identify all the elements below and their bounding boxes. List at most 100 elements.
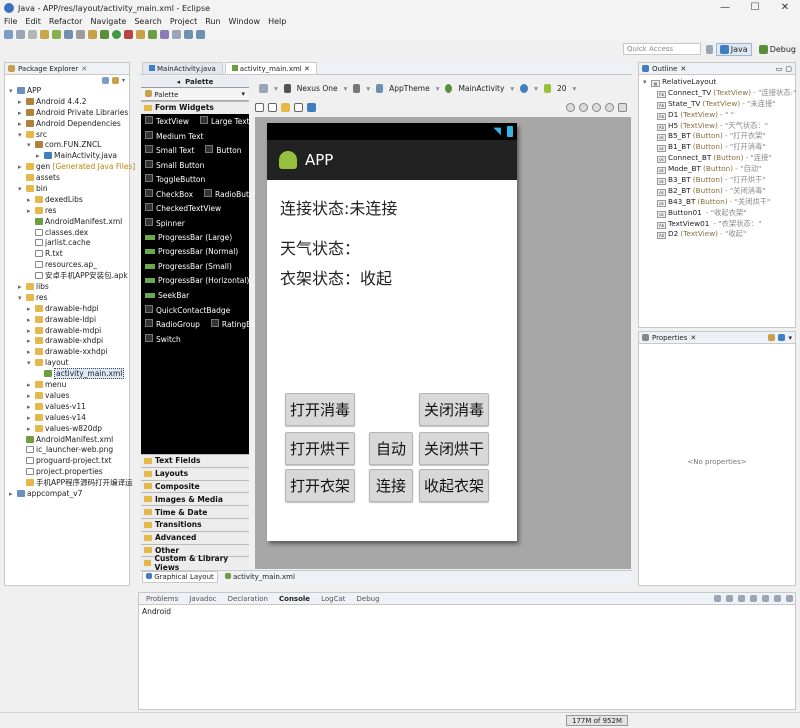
palette-widget[interactable]: SeekBar <box>145 291 189 300</box>
annotation-icon[interactable] <box>172 30 181 39</box>
tree-item[interactable]: AndroidManifest.xml <box>5 435 129 446</box>
emulate-icon[interactable] <box>281 102 290 112</box>
tree-item[interactable]: ic_launcher-web.png <box>5 445 129 456</box>
outline-item[interactable]: ok Connect_BT (Button) - "连接" <box>643 153 795 164</box>
outline-root[interactable]: ▾ ▦ RelativeLayout <box>643 77 795 88</box>
device-select[interactable]: Nexus One <box>297 84 338 93</box>
view-menu-icon[interactable]: ▾ <box>788 334 795 342</box>
twisty-icon[interactable]: ▸ <box>27 413 35 424</box>
close-icon[interactable]: ✕ <box>304 65 310 73</box>
terminate-icon[interactable] <box>714 595 721 602</box>
search-icon[interactable] <box>160 30 169 39</box>
tree-item[interactable]: ▸ menu <box>5 380 129 391</box>
tree-item[interactable]: project.properties <box>5 467 129 478</box>
garbage-collect-icon[interactable] <box>631 716 640 725</box>
outline-item[interactable]: ok B3_BT (Button) - "打开烘干" <box>643 175 795 186</box>
screenshot-icon[interactable] <box>618 102 627 112</box>
tree-item[interactable]: ▾ bin <box>5 184 129 195</box>
minimize-view-icon[interactable]: ▭ <box>776 65 783 73</box>
theme-select[interactable]: AppTheme <box>389 84 430 93</box>
tree-item[interactable]: proguard-project.txt <box>5 456 129 467</box>
android-sdk-icon[interactable] <box>40 30 49 39</box>
tree-item[interactable]: ▸ MainActivity.java <box>5 151 129 162</box>
palette-category[interactable]: Transitions <box>141 517 249 531</box>
close-button[interactable]: ✕ <box>770 0 800 16</box>
tree-item[interactable]: activity_main.xml <box>5 368 129 380</box>
menu-window[interactable]: Window <box>229 16 261 28</box>
twisty-icon[interactable]: ▸ <box>9 489 17 500</box>
zoom-fit-icon[interactable] <box>605 102 614 112</box>
palette-category[interactable]: Images & Media <box>141 492 249 506</box>
tree-item[interactable]: ▸ values <box>5 391 129 402</box>
palette-category[interactable]: Text Fields <box>141 454 249 467</box>
palette-widget[interactable]: ProgressBar (Horizontal) <box>145 276 249 285</box>
twisty-icon[interactable]: ▸ <box>18 282 26 293</box>
tree-item[interactable]: ▸ gen [Generated Java Files] <box>5 162 135 173</box>
connect-button[interactable]: 连接 <box>369 469 413 502</box>
tree-item[interactable]: R.txt <box>5 249 129 260</box>
advanced-icon[interactable] <box>778 334 786 341</box>
palette-widget[interactable]: Large Text <box>199 116 250 126</box>
close-icon[interactable]: ✕ <box>680 65 686 73</box>
tree-item[interactable]: AndroidManifest.xml <box>5 217 129 228</box>
menu-run[interactable]: Run <box>205 16 220 28</box>
close-icon[interactable]: ✕ <box>690 334 696 342</box>
palette-widget[interactable]: Spinner <box>145 217 185 228</box>
open-disinfect-button[interactable]: 打开消毒 <box>285 393 355 426</box>
twisty-icon[interactable]: ▾ <box>18 293 26 304</box>
twisty-icon[interactable]: ▸ <box>18 97 26 108</box>
package-explorer-tab[interactable]: Package Explorer ✕ <box>5 63 129 75</box>
layout-height-icon[interactable] <box>268 102 277 112</box>
twisty-icon[interactable]: ▸ <box>27 326 35 337</box>
margins-icon[interactable] <box>294 102 303 112</box>
pin-console-icon[interactable] <box>750 595 757 602</box>
outline-item[interactable]: ok B2_BT (Button) - "关闭消毒" <box>643 186 795 197</box>
zoom-out-icon[interactable] <box>579 102 588 112</box>
new-project-icon[interactable] <box>76 30 85 39</box>
palette-widget[interactable]: CheckBox <box>145 188 193 199</box>
tree-item[interactable]: ▸ appcompat_v7 <box>5 489 129 500</box>
palette-widget[interactable]: Small Text <box>145 145 194 155</box>
menu-file[interactable]: File <box>4 16 17 28</box>
tree-item[interactable]: ▸ res <box>5 206 129 217</box>
palette-widget[interactable]: TextView <box>145 116 189 126</box>
run-icon[interactable] <box>112 30 121 39</box>
palette-widget[interactable]: Small Button <box>145 159 204 170</box>
twisty-icon[interactable]: ▸ <box>27 304 35 315</box>
open-type-icon[interactable] <box>88 30 97 39</box>
quick-access-input[interactable]: Quick Access <box>623 43 701 55</box>
twisty-icon[interactable]: ▸ <box>27 424 35 435</box>
new-icon[interactable] <box>4 30 13 39</box>
tree-item[interactable]: classes.dex <box>5 228 129 239</box>
tree-item[interactable]: ▸ dexedLibs <box>5 195 129 206</box>
twisty-icon[interactable]: ▾ <box>27 358 35 369</box>
tree-item[interactable]: ▾ com.FUN.ZNCL <box>5 140 129 151</box>
palette-widget[interactable]: ProgressBar (Small) <box>145 262 232 271</box>
outline-item[interactable]: ok B1_BT (Button) - "打开消毒" <box>643 142 795 153</box>
console-tab[interactable]: Problems <box>142 595 182 603</box>
palette-widget[interactable]: Button <box>205 145 242 155</box>
console-tab[interactable]: Console <box>275 595 314 603</box>
tree-item[interactable]: ▸ Android Dependencies <box>5 119 129 130</box>
palette-widget[interactable]: ProgressBar (Normal) <box>145 247 238 256</box>
tree-item[interactable]: ▸ Android Private Libraries <box>5 108 129 119</box>
twisty-icon[interactable]: ▸ <box>27 315 35 326</box>
twisty-icon[interactable]: ▸ <box>27 391 35 402</box>
maximize-view-icon[interactable] <box>786 595 793 602</box>
outline-item[interactable]: Ab D2 (TextView) - "收起" <box>643 229 795 240</box>
collapse-all-icon[interactable] <box>101 76 109 84</box>
new-class-icon[interactable] <box>136 30 145 39</box>
open-rack-button[interactable]: 打开衣架 <box>285 469 355 502</box>
tree-item[interactable]: jarlist.cache <box>5 238 129 249</box>
new-package-icon[interactable] <box>148 30 157 39</box>
palette-widget[interactable]: RatingBar <box>210 319 259 329</box>
tree-item[interactable]: ▾ src <box>5 130 129 141</box>
twisty-icon[interactable]: ▸ <box>27 380 35 391</box>
perspective-debug[interactable]: Debug <box>755 43 800 56</box>
palette-category[interactable]: Time & Date <box>141 505 249 518</box>
outline-item[interactable]: ok Mode_BT (Button) - "自动" <box>643 164 795 175</box>
console-tab[interactable]: LogCat <box>317 595 349 603</box>
outline-tab[interactable]: Outline ✕ ▭ ▢ <box>639 63 795 75</box>
rotate-icon[interactable] <box>353 83 361 93</box>
twisty-icon[interactable]: ▾ <box>9 86 17 97</box>
